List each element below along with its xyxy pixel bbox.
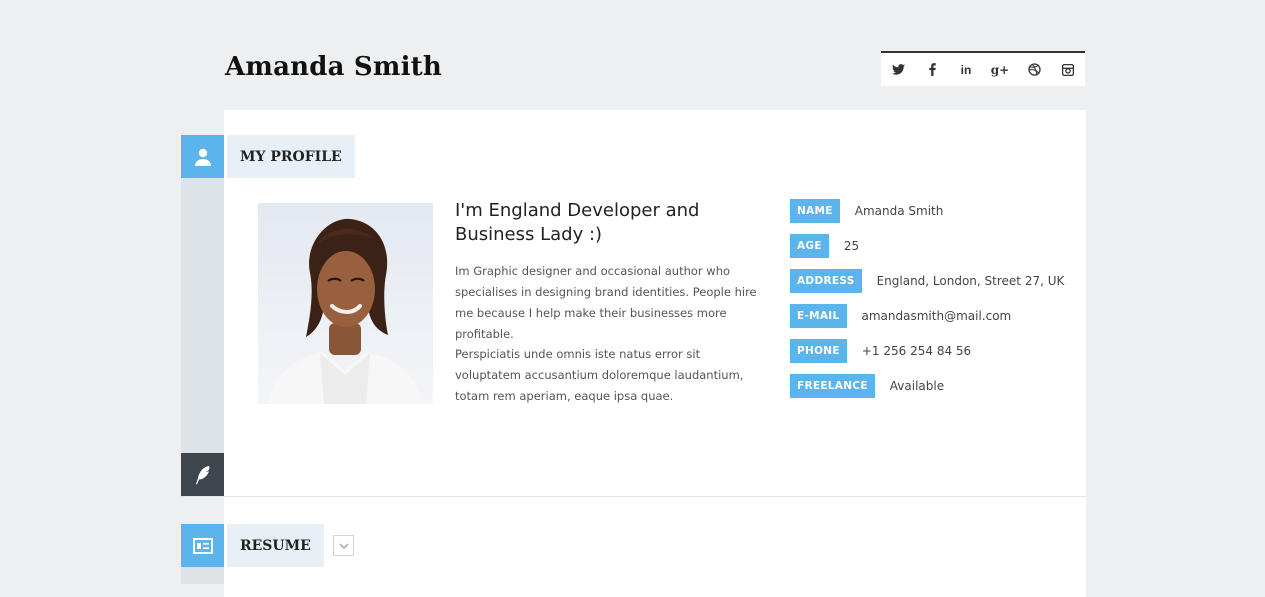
info-row-name: NAME Amanda Smith: [790, 199, 943, 223]
profile-section-icon[interactable]: [181, 135, 224, 178]
instagram-icon[interactable]: [1051, 53, 1085, 86]
social-links: in g+: [881, 51, 1085, 86]
info-value: Available: [889, 379, 945, 393]
info-value: England, London, Street 27, UK: [876, 274, 1065, 288]
profile-paragraph-1: Im Graphic designer and occasional autho…: [455, 264, 757, 341]
info-label: PHONE: [790, 339, 847, 363]
info-label: NAME: [790, 199, 840, 223]
info-row-age: AGE 25: [790, 234, 859, 258]
twitter-icon[interactable]: [881, 53, 915, 86]
feather-icon[interactable]: [181, 453, 224, 496]
info-label: AGE: [790, 234, 829, 258]
info-value: amandasmith@mail.com: [861, 309, 1012, 323]
resume-section-title: RESUME: [227, 524, 324, 567]
info-row-freelance: FREELANCE Available: [790, 374, 944, 398]
chevron-down-icon[interactable]: [333, 535, 354, 556]
profile-paragraph-2: Perspiciatis unde omnis iste natus error…: [455, 347, 744, 403]
info-value: +1 256 254 84 56: [861, 344, 972, 358]
profile-photo: [258, 203, 433, 404]
profile-headline: I'm England Developer and Business Lady …: [455, 200, 700, 245]
resume-rail: [181, 567, 224, 584]
linkedin-glyph: in: [960, 62, 972, 77]
info-value: Amanda Smith: [854, 204, 944, 218]
info-row-email: E-MAIL amandasmith@mail.com: [790, 304, 1011, 328]
resume-section-icon[interactable]: [181, 524, 224, 567]
profile-section-title: MY PROFILE: [227, 135, 355, 178]
info-value: 25: [843, 239, 860, 253]
user-icon: [194, 148, 211, 166]
info-row-phone: PHONE +1 256 254 84 56: [790, 339, 971, 363]
info-row-address: ADDRESS England, London, Street 27, UK: [790, 269, 1064, 293]
info-label: E-MAIL: [790, 304, 847, 328]
dribbble-icon[interactable]: [1017, 53, 1051, 86]
facebook-icon[interactable]: [915, 53, 949, 86]
page-title: Amanda Smith: [225, 52, 442, 82]
google-plus-icon[interactable]: g+: [983, 53, 1017, 86]
profile-rail: [181, 178, 224, 453]
google-plus-glyph: g+: [990, 62, 1010, 77]
info-label: FREELANCE: [790, 374, 875, 398]
info-label: ADDRESS: [790, 269, 862, 293]
linkedin-icon[interactable]: in: [949, 53, 983, 86]
resume-icon: [192, 537, 213, 554]
